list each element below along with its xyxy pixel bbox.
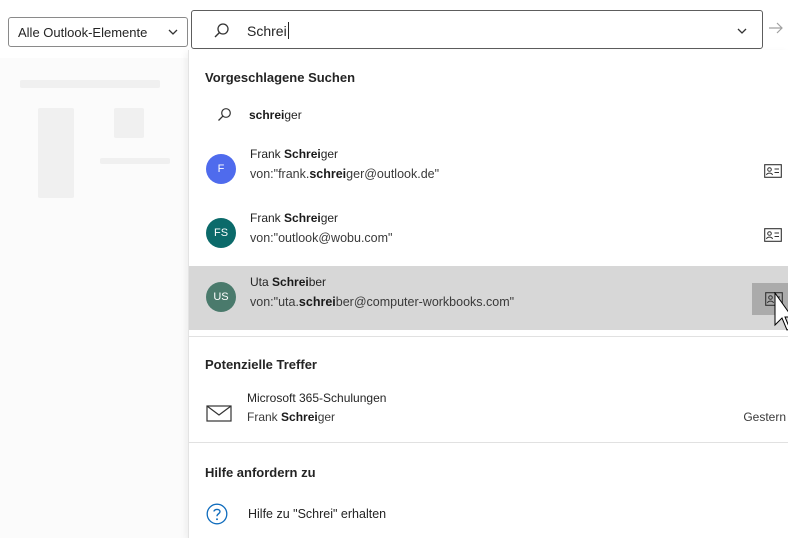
suggested-search-text: schreiger: [249, 108, 302, 122]
person-name: Frank Schreiger: [250, 211, 339, 225]
mouse-cursor-icon: [774, 292, 788, 331]
avatar: F: [206, 154, 236, 184]
mail-icon: [206, 405, 232, 422]
person-email-filter: von:"outlook@wobu.com": [250, 231, 393, 245]
chevron-down-icon: [168, 29, 178, 35]
help-item-label: Hilfe zu "Schrei" erhalten: [248, 507, 387, 521]
person-name: Frank Schreiger: [250, 147, 339, 161]
search-icon: [214, 23, 229, 38]
people-suggestion[interactable]: FS Frank Schreiger von:"outlook@wobu.com…: [189, 202, 788, 266]
result-subject: Microsoft 365-Schulungen: [247, 391, 387, 405]
background-content: [0, 58, 188, 538]
person-name: Uta Schreiber: [250, 275, 327, 289]
help-item[interactable]: Hilfe zu "Schrei" erhalten: [189, 503, 788, 533]
person-email-filter: von:"uta.schreiber@computer-workbooks.co…: [250, 295, 515, 309]
people-suggestion[interactable]: F Frank Schreiger von:"frank.schreiger@o…: [189, 138, 788, 202]
suggested-search-item[interactable]: schreiger: [189, 107, 788, 127]
search-icon: [218, 108, 231, 121]
people-suggestion-selected[interactable]: US Uta Schreiber von:"uta.schreiber@comp…: [189, 266, 788, 330]
search-scope-label: Alle Outlook-Elemente: [18, 24, 148, 40]
arrow-right-icon[interactable]: [767, 16, 785, 40]
search-scope-dropdown[interactable]: Alle Outlook-Elemente: [8, 17, 188, 47]
contact-card-icon: [764, 164, 782, 178]
contact-card-icon: [764, 228, 782, 242]
section-divider: [189, 442, 788, 443]
help-question-icon: [206, 503, 228, 525]
section-title-suggested: Vorgeschlagene Suchen: [205, 70, 356, 85]
contact-card-button[interactable]: [751, 159, 788, 183]
section-divider: [189, 336, 788, 337]
text-caret: [287, 22, 289, 39]
result-date: Gestern: [743, 410, 786, 424]
search-input[interactable]: Schrei: [247, 22, 289, 39]
contact-card-button[interactable]: [751, 223, 788, 247]
avatar: FS: [206, 218, 236, 248]
section-title-help: Hilfe anfordern zu: [205, 465, 316, 480]
chevron-down-icon[interactable]: [736, 25, 748, 37]
result-sender: Frank Schreiger: [247, 410, 336, 424]
search-suggestions-panel: Vorgeschlagene Suchen schreiger F Frank …: [188, 50, 788, 538]
search-box[interactable]: Schrei: [191, 10, 763, 49]
potential-result-item[interactable]: Microsoft 365-Schulungen Frank Schreiger…: [189, 391, 788, 441]
search-input-value: Schrei: [247, 23, 287, 39]
person-email-filter: von:"frank.schreiger@outlook.de": [250, 167, 440, 181]
section-title-potential: Potenzielle Treffer: [205, 357, 317, 372]
avatar: US: [206, 282, 236, 312]
